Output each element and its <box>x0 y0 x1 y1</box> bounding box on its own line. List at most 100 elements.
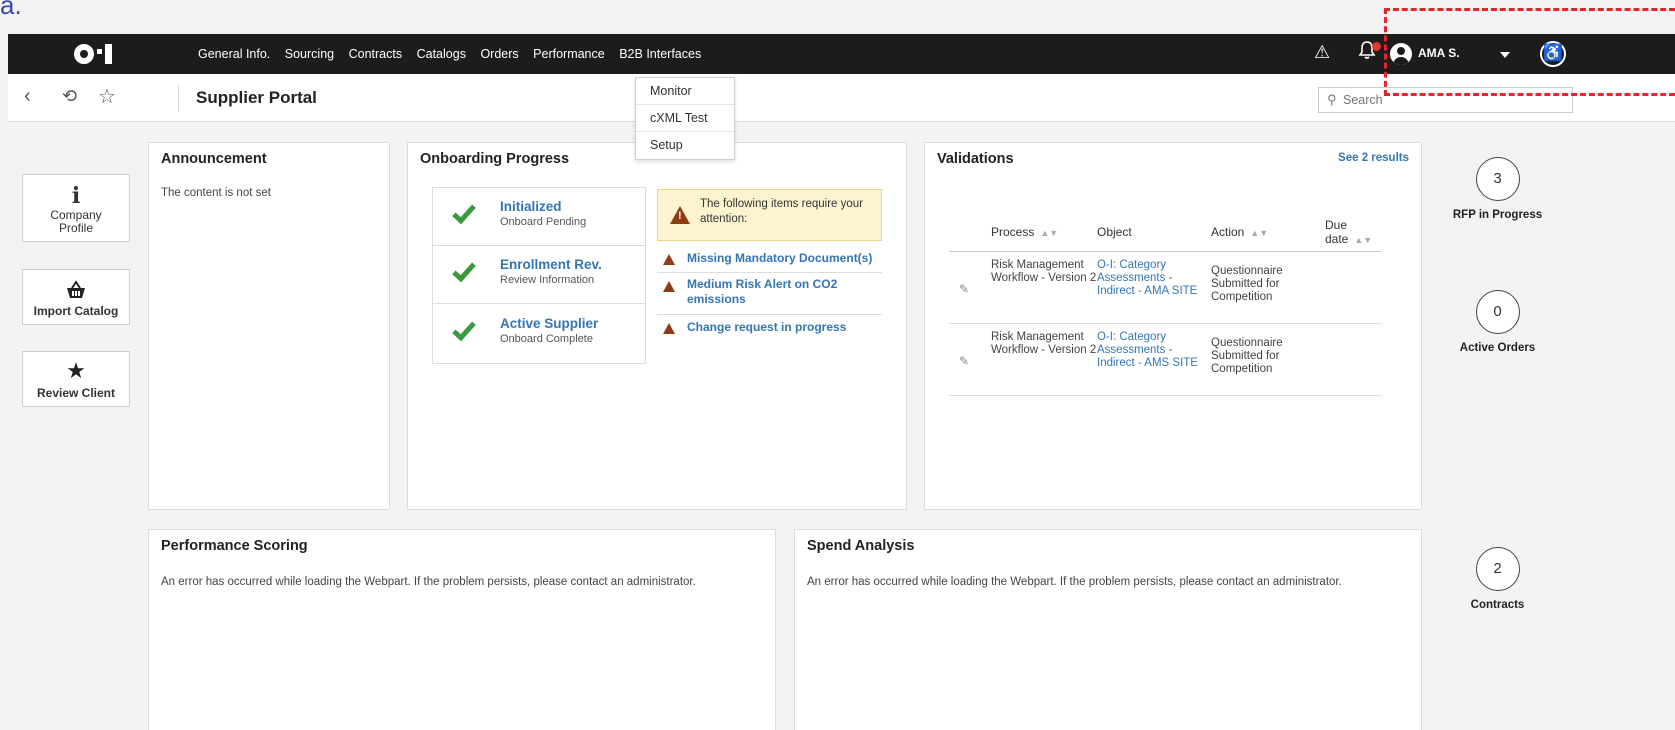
b2b-interfaces-dropdown: Monitor cXML Test Setup <box>635 77 735 160</box>
menu-sourcing[interactable]: Sourcing <box>285 47 334 61</box>
basket-icon <box>65 280 87 300</box>
step-title: Active Supplier <box>500 316 599 331</box>
cell-due-date <box>1325 323 1381 396</box>
spend-title: Spend Analysis <box>807 538 915 554</box>
announcement-card: Announcement The content is not set <box>148 142 390 510</box>
favorite-star-icon[interactable]: ☆ <box>98 84 116 109</box>
cell-process: Risk Management Workflow - Version 2 <box>991 251 1097 324</box>
alert-missing-document[interactable]: Missing Mandatory Document(s) <box>657 249 882 273</box>
attention-text: The following items require your attenti… <box>700 198 863 225</box>
alert-label: Change request in progress <box>687 320 847 334</box>
sort-icon: ▲▼ <box>1354 234 1373 245</box>
checkmark-icon <box>452 316 476 342</box>
cell-due-date <box>1325 251 1381 324</box>
cell-object-link[interactable]: O-I: Category Assessments - Indirect - A… <box>1097 251 1211 324</box>
page-title: Supplier Portal <box>196 88 317 107</box>
announcement-body: The content is not set <box>161 187 271 199</box>
stat-label: RFP in Progress <box>1452 209 1543 221</box>
edit-pencil-icon[interactable]: ✎ <box>959 282 969 296</box>
alert-label: Medium Risk Alert on CO2 emissions <box>687 277 838 306</box>
stat-label: Contracts <box>1470 599 1525 611</box>
stat-active-orders[interactable]: 0 Active Orders <box>1430 290 1565 354</box>
column-object[interactable]: Object <box>1097 213 1211 252</box>
attention-notice: ! The following items require your atten… <box>657 189 882 241</box>
review-client-button[interactable]: ★ Review Client <box>22 351 130 407</box>
import-catalog-label: Import Catalog <box>33 304 119 318</box>
menu-general-info[interactable]: General Info. <box>198 47 270 61</box>
table-row[interactable]: ✎ Risk Management Workflow - Version 2 O… <box>949 251 1381 324</box>
search-icon: ⚲ <box>1327 92 1337 107</box>
oi-logo-icon[interactable] <box>66 41 126 67</box>
spend-error-text: An error has occurred while loading the … <box>807 576 1342 588</box>
table-row[interactable]: ✎ Risk Management Workflow - Version 2 O… <box>949 323 1381 396</box>
warning-icon: ! <box>670 206 690 224</box>
announcement-title: Announcement <box>161 151 267 167</box>
company-profile-label: Company Profile <box>50 208 102 235</box>
stat-contracts[interactable]: 2 Contracts <box>1430 547 1565 611</box>
step-subtitle: Onboard Complete <box>500 333 593 345</box>
import-catalog-button[interactable]: Import Catalog <box>22 269 130 325</box>
stat-rfp-in-progress[interactable]: 3 RFP in Progress <box>1430 157 1565 221</box>
warning-icon[interactable]: ⚠ <box>1314 42 1330 63</box>
company-profile-button[interactable]: i Company Profile <box>22 174 130 242</box>
alert-change-request[interactable]: Change request in progress <box>657 318 882 342</box>
performance-error-text: An error has occurred while loading the … <box>161 576 696 588</box>
review-client-label: Review Client <box>36 386 116 400</box>
warning-icon <box>663 323 675 334</box>
highlight-annotation <box>1384 8 1675 96</box>
validations-table: Process ▲▼ Object Action ▲▼ Due date ▲▼ ✎ R… <box>949 213 1381 396</box>
dropdown-item-monitor[interactable]: Monitor <box>636 78 734 105</box>
onboarding-title: Onboarding Progress <box>420 151 570 167</box>
onboarding-progress-card: Onboarding Progress Initialized Onboard … <box>407 142 907 510</box>
step-title: Initialized <box>500 199 562 214</box>
back-arrow-icon[interactable]: ‹ <box>24 85 31 108</box>
cell-process: Risk Management Workflow - Version 2 <box>991 323 1097 396</box>
sort-icon: ▲▼ <box>1250 227 1269 238</box>
stat-value: 3 <box>1475 157 1520 201</box>
dropdown-item-cxml-test[interactable]: cXML Test <box>636 105 734 132</box>
divider <box>178 84 179 112</box>
column-process[interactable]: Process ▲▼ <box>991 213 1097 252</box>
step-initialized[interactable]: Initialized Onboard Pending <box>433 188 645 246</box>
validations-card: Validations See 2 results Process ▲▼ Obje… <box>924 142 1422 510</box>
sort-icon: ▲▼ <box>1040 227 1059 238</box>
warning-icon <box>663 281 675 292</box>
dropdown-item-setup[interactable]: Setup <box>636 132 734 159</box>
history-icon[interactable]: ⟲ <box>62 86 77 107</box>
menu-contracts[interactable]: Contracts <box>349 47 403 61</box>
info-icon: i <box>71 183 81 209</box>
stat-value: 2 <box>1475 547 1520 591</box>
menu-catalogs[interactable]: Catalogs <box>417 47 466 61</box>
validations-title: Validations <box>937 151 1014 167</box>
performance-title: Performance Scoring <box>161 538 308 554</box>
step-subtitle: Onboard Pending <box>500 216 587 228</box>
spend-analysis-card: Spend Analysis An error has occurred whi… <box>794 529 1422 730</box>
column-action[interactable]: Action ▲▼ <box>1211 213 1325 252</box>
alert-co2-risk[interactable]: Medium Risk Alert on CO2 emissions <box>657 275 882 315</box>
stray-text: a. <box>0 0 22 20</box>
warning-icon <box>663 254 675 265</box>
cell-action: Questionnaire Submitted for Competition <box>1211 323 1325 396</box>
menu-orders[interactable]: Orders <box>480 47 518 61</box>
edit-pencil-icon[interactable]: ✎ <box>959 354 969 368</box>
step-subtitle: Review Information <box>500 274 595 286</box>
see-results-link[interactable]: See 2 results <box>1338 152 1409 164</box>
star-icon: ★ <box>66 358 86 383</box>
step-title: Enrollment Rev. <box>500 257 602 272</box>
step-active-supplier[interactable]: Active Supplier Onboard Complete <box>433 305 645 363</box>
menu-performance[interactable]: Performance <box>533 47 605 61</box>
edit-column-header <box>949 213 991 252</box>
step-enrollment-review[interactable]: Enrollment Rev. Review Information <box>433 246 645 304</box>
onboarding-steps: Initialized Onboard Pending Enrollment R… <box>432 187 646 364</box>
checkmark-icon <box>452 199 476 225</box>
cell-action: Questionnaire Submitted for Competition <box>1211 251 1325 324</box>
main-menu: General Info. Sourcing Contracts Catalog… <box>198 34 716 74</box>
stat-label: Active Orders <box>1459 342 1536 354</box>
cell-object-link[interactable]: O-I: Category Assessments - Indirect - A… <box>1097 323 1211 396</box>
column-due-date[interactable]: Due date ▲▼ <box>1325 213 1381 252</box>
menu-b2b-interfaces[interactable]: B2B Interfaces <box>619 47 701 61</box>
alert-label: Missing Mandatory Document(s) <box>687 251 873 265</box>
notification-badge <box>1372 42 1381 51</box>
stat-value: 0 <box>1475 290 1520 334</box>
table-header: Process ▲▼ Object Action ▲▼ Due date ▲▼ <box>949 213 1381 252</box>
